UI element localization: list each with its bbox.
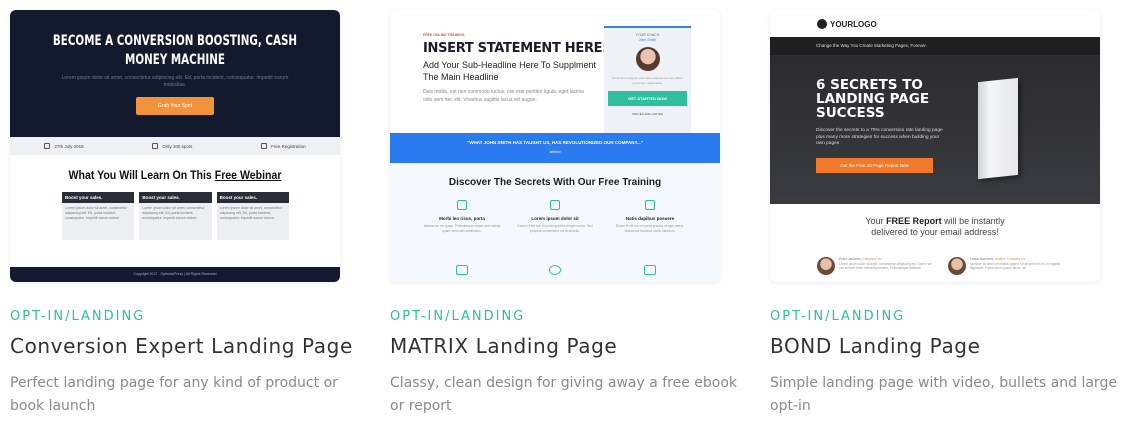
coach-text: Vestibulum id ligula porta felis euismod… xyxy=(611,76,684,85)
preview-feature: Morbi leo risus, porta Aenean eu leo qua… xyxy=(422,200,502,233)
testimonial-avatar xyxy=(948,257,966,275)
preview-info-strip: 27th July 2018 Only 100 spots Free Regis… xyxy=(10,137,340,155)
preview-strip-registration: Free Registration xyxy=(261,143,306,149)
preview-logo: YOURLOGO xyxy=(817,19,877,29)
preview-coach-box: YOUR COACH John Smith Vestibulum id ligu… xyxy=(604,26,691,136)
preview-cta-button: Grab Your Spot xyxy=(135,97,215,115)
preview-box: Boost your sales. Lorem ipsum dolor sit a… xyxy=(62,192,135,240)
preview-box: Boost your sales. Lorem ipsum dolor sit a… xyxy=(139,192,212,240)
preview-box: Boost your sales. Lorem ipsum dolor sit a… xyxy=(216,192,289,240)
preview-testimonial: Laura Guerrero, Another Company Inc. Quis… xyxy=(948,257,1068,275)
coach-name: John Smith xyxy=(638,38,657,42)
preview-headline: INSERT STATEMENT HERE: xyxy=(423,41,608,56)
logo-icon xyxy=(817,19,827,29)
preview-quote: "WHAT JOHN SMITH HAS TAUGHT US, HAS REVO… xyxy=(467,140,643,145)
graduation-cap-icon xyxy=(456,265,468,275)
preview-section-title: Discover The Secrets With Our Free Train… xyxy=(448,177,662,188)
card-title[interactable]: BOND Landing Page xyxy=(770,334,1101,358)
card-title[interactable]: Conversion Expert Landing Page xyxy=(10,334,352,358)
cube-icon xyxy=(457,200,467,210)
preview-strip-date: 27th July 2018 xyxy=(44,143,84,149)
preview-bar-text: Change the Way You Create Marketing Page… xyxy=(770,37,1100,55)
ticket-icon xyxy=(261,143,268,149)
coach-label: YOUR COACH xyxy=(635,33,660,37)
card-description: Perfect landing page for any kind of pro… xyxy=(10,375,338,414)
preview-feature: Lorem ipsum dolor sit Donec id elit non … xyxy=(515,200,595,233)
preview-hero: BECOME A CONVERSION BOOSTING, CASH MONEY… xyxy=(10,10,340,137)
preview-headline: 6 SECRETS TO LANDING PAGE SUCCESS xyxy=(816,77,930,121)
card-category: OPT-IN/LANDING xyxy=(390,309,526,324)
coach-button: GET STARTED NOW xyxy=(608,91,687,106)
gift-icon xyxy=(645,200,655,210)
book-image xyxy=(978,77,1018,180)
template-preview-image[interactable]: YOURLOGO Change the Way You Create Marke… xyxy=(770,10,1100,282)
preview-quote-band: "WHAT JOHN SMITH HAS TAUGHT US, HAS REVO… xyxy=(390,133,720,163)
preview-footer: Copyright 2017 - OptimizePress | All Rig… xyxy=(10,267,340,282)
cart-icon xyxy=(644,265,656,275)
preview-quote-source: airbnb xyxy=(549,149,561,154)
preview-tag: FREE ONLINE TRAINING xyxy=(423,33,465,37)
template-card-bond[interactable]: YOURLOGO Change the Way You Create Marke… xyxy=(770,10,1117,418)
preview-subtext: Lorem ipsum dolor sit amet, consectetur … xyxy=(61,75,289,88)
template-card-matrix[interactable]: FREE ONLINE TRAINING INSERT STATEMENT HE… xyxy=(390,10,737,418)
preview-cta-button: Get the Free 20-Page Report Now xyxy=(816,158,933,173)
preview-feature: Natis dapibus posuere Donec id elit non … xyxy=(610,200,690,233)
template-preview-image[interactable]: BECOME A CONVERSION BOOSTING, CASH MONEY… xyxy=(10,10,340,282)
document-icon xyxy=(550,200,560,210)
calendar-icon xyxy=(44,143,51,149)
card-category: OPT-IN/LANDING xyxy=(770,309,906,324)
preview-boxes: Boost your sales. Lorem ipsum dolor sit a… xyxy=(62,192,289,240)
preview-subheadline: Add Your Sub-Headline Here To Supplment … xyxy=(423,60,596,82)
template-preview-image[interactable]: FREE ONLINE TRAINING INSERT STATEMENT HE… xyxy=(390,10,720,282)
users-icon xyxy=(152,143,159,149)
coach-avatar xyxy=(635,47,660,71)
card-category: OPT-IN/LANDING xyxy=(10,309,146,324)
preview-report-text: Your FREE Report will be instantly deliv… xyxy=(865,216,1005,237)
preview-testimonial: Peter Jackson, Company Inc. Lorem ipsum d… xyxy=(817,257,937,275)
templates-grid: BECOME A CONVERSION BOOSTING, CASH MONEY… xyxy=(0,0,1148,421)
preview-paragraph: Duis mollis, est non commodo luctus, nis… xyxy=(423,89,584,103)
clock-icon xyxy=(549,265,561,275)
card-description: Simple landing page with video, bullets … xyxy=(770,375,1117,414)
preview-strip-spots: Only 100 spots xyxy=(152,143,192,149)
card-description: Classy, clean design for giving away a f… xyxy=(390,375,738,414)
coach-note: SPACES ARE LIMITED xyxy=(631,112,664,116)
preview-subtext: Discover the secrets to a 70% conversion… xyxy=(816,128,943,146)
preview-learn-heading: What You Will Learn On This Free Webinar xyxy=(68,168,282,182)
preview-headline: BECOME A CONVERSION BOOSTING, CASH MONEY… xyxy=(52,33,298,68)
testimonial-avatar xyxy=(817,257,835,275)
card-title[interactable]: MATRIX Landing Page xyxy=(390,334,721,358)
template-card-conversion-expert[interactable]: BECOME A CONVERSION BOOSTING, CASH MONEY… xyxy=(10,10,352,418)
